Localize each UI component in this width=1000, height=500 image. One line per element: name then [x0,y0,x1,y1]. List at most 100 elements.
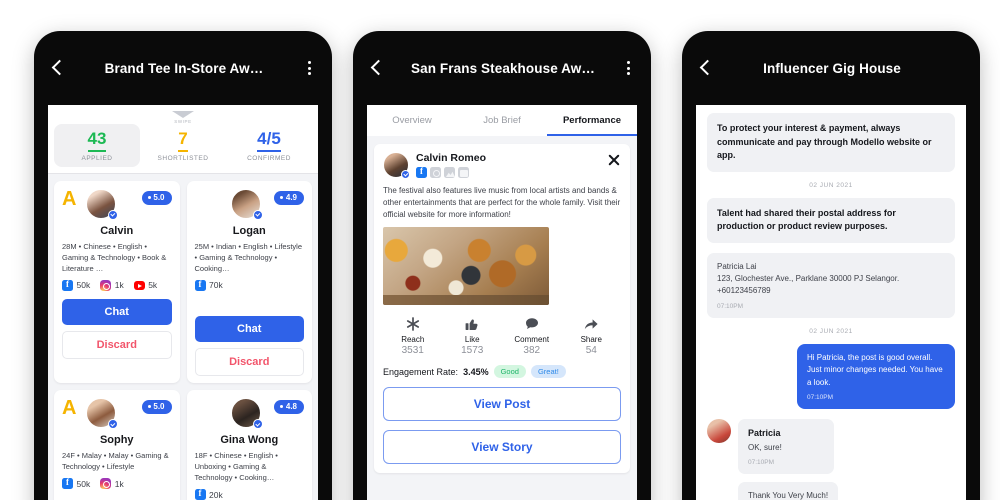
facebook-icon [62,279,73,291]
discard-button[interactable]: Discard [194,347,304,376]
message-sender: Patricia [748,427,781,438]
avatar-wrap [383,152,410,179]
social-stats: 20k [194,488,305,500]
metrics-row: Reach 3531 Like 1573 Comment 382 Share 5… [383,315,621,356]
social-youtube: 5k [133,280,158,291]
app-bar-phone3: Influencer Gig House [682,31,980,87]
card-header: A 5.0 [62,187,172,223]
stat-applied-value: 43 [87,129,107,152]
post-performance-card: Calvin Romeo The festival also features … [374,144,630,474]
avatar-wrap [230,397,263,429]
star-dot-icon [280,196,284,200]
metric-value: 382 [523,345,541,357]
outgoing-message-row: Hi Patricia, the post is good overall. J… [707,343,955,409]
incoming-message-row: Thank You Very Much! 07:11PM [738,482,955,500]
message-text: OK, sure! [748,443,782,453]
message-time: 07:10PM [748,459,775,467]
chat-thread[interactable]: To protect your interest & payment, alwa… [696,105,966,500]
star-dot-icon [147,405,151,409]
stats-summary-card: SWIPE 43 APPLIED 7 SHORTLISTED 4/5 CONFI… [48,105,318,174]
stat-applied[interactable]: 43 APPLIED [54,124,140,167]
chat-button[interactable]: Chat [194,315,304,342]
influencer-meta: 25M • Indian • English • Lifestyle • Gam… [194,241,303,273]
avatar-wrap [230,188,263,220]
metric-label: Like [464,335,480,345]
swipe-hint: SWIPE [48,109,318,124]
influencer-card-gina[interactable]: 4.8 Gina Wong 18F • Chinese • English • … [186,389,312,500]
status-badge-good: Good [493,365,526,379]
close-icon[interactable] [607,153,621,167]
stat-shortlisted-label: SHORTLISTED [157,154,209,162]
social-facebook: 50k [62,279,90,291]
post-header: Calvin Romeo [383,152,621,179]
tab-performance[interactable]: Performance [547,105,637,136]
rating-value: 4.8 [285,402,297,412]
photo-icon [444,167,455,178]
facebook-icon [62,477,73,490]
app-bar-phone2: San Frans Steakhouse Aw… [353,31,651,87]
card-header: 4.8 [195,397,304,432]
stat-shortlisted[interactable]: 7 SHORTLISTED [140,124,226,167]
youtube-icon [133,281,145,291]
kebab-menu-icon[interactable] [619,59,637,78]
discard-button[interactable]: Discard [62,330,172,359]
influencer-name: Calvin [100,224,134,237]
metric-label: Reach [401,335,425,345]
phone-mockup-performance: San Frans Steakhouse Aw… Overview Job Br… [353,31,651,500]
influencer-card-sophy[interactable]: A 5.0 Sophy 24F • Malay • Malay • Gaming… [54,389,180,500]
reach-icon [383,315,443,332]
view-story-button[interactable]: View Story [383,430,621,465]
video-icon [458,167,469,178]
influencer-card-calvin[interactable]: A 5.0 Calvin 28M • Chinese • English • G… [54,180,180,383]
screen-phone3: To protect your interest & payment, alwa… [696,105,966,500]
avatar [707,418,731,443]
system-message: To protect your interest & payment, alwa… [707,113,955,172]
influencer-name: Logan [232,224,266,237]
date-separator: 02 JUN 2021 [809,327,853,335]
facebook-count: 70k [209,280,223,291]
social-facebook: 70k [194,279,223,291]
influencer-card-list[interactable]: A 5.0 Calvin 28M • Chinese • English • G… [48,174,318,500]
chevron-down-icon [172,111,194,118]
metric-label: Share [580,335,602,345]
metric-value: 54 [585,345,597,357]
status-badge-great: Great! [530,365,566,379]
youtube-count: 5k [148,280,158,291]
tab-job-brief[interactable]: Job Brief [457,105,547,136]
stat-confirmed[interactable]: 4/5 CONFIRMED [226,124,312,167]
verified-badge-icon [108,209,118,220]
avatar-wrap [86,397,118,429]
incoming-message: Patricia OK, sure! 07:10PM [738,418,834,475]
metric-reach: Reach 3531 [383,315,443,356]
instagram-count: 1k [114,280,124,291]
story-icon [430,167,441,178]
tier-letter-icon: A [62,187,77,210]
address-phone: +60123456789 [717,286,771,296]
influencer-row: A 5.0 Calvin 28M • Chinese • English • G… [54,180,312,383]
message-text: Hi Patricia, the post is good overall. J… [807,352,943,387]
page-title: Influencer Gig House [763,60,901,76]
kebab-menu-icon[interactable] [300,59,318,78]
address-name: Patricia Lai [717,261,757,271]
app-bar-phone1: Brand Tee In-Store Aw… [34,31,332,87]
facebook-icon [194,279,206,291]
post-photo[interactable] [383,227,549,306]
performance-body: Calvin Romeo The festival also features … [367,136,637,481]
influencer-card-logan[interactable]: 4.9 Logan 25M • Indian • English • Lifes… [186,180,312,383]
engagement-label: Engagement Rate: [383,366,459,377]
chat-button[interactable]: Chat [62,298,172,325]
engagement-value: 3.45% [463,366,489,377]
verified-badge-icon [252,418,263,429]
chevron-left-icon[interactable] [367,58,387,78]
view-post-button[interactable]: View Post [383,387,621,422]
card-header: A 5.0 [62,397,172,432]
chevron-left-icon[interactable] [696,58,716,78]
incoming-message-row: Patricia OK, sure! 07:10PM [707,418,955,475]
influencer-meta: 18F • Chinese • English • Unboxing • Gam… [194,450,278,483]
tab-overview[interactable]: Overview [367,105,457,136]
engagement-rate-row: Engagement Rate: 3.45% Good Great! [383,365,621,379]
chevron-left-icon[interactable] [48,58,68,78]
social-instagram: 1k [100,478,124,490]
page-title: Brand Tee In-Store Aw… [104,60,264,76]
instagram-count: 1k [114,478,124,489]
